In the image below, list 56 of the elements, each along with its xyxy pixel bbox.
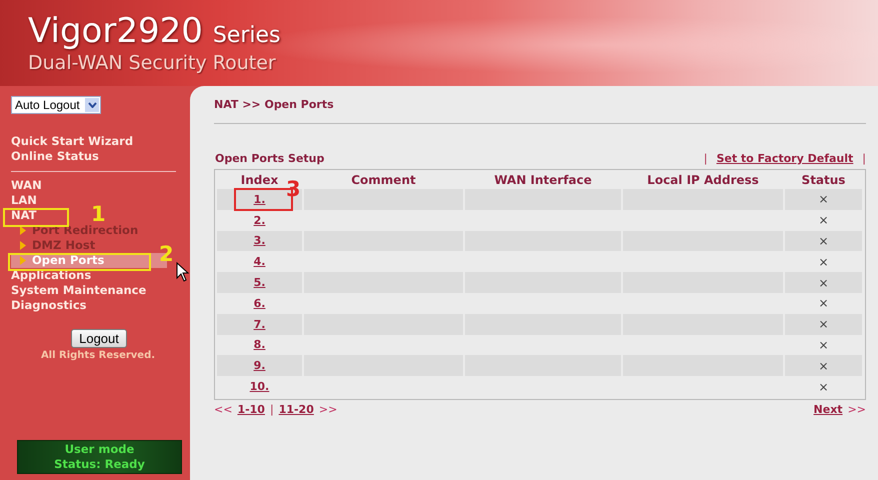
index-link[interactable]: 10. [250,380,270,394]
copyright-text: All Rights Reserved. [40,350,156,361]
status-cell-text: × [817,212,830,230]
next-arrow-text: >> [848,402,866,416]
status-cell: × [785,314,862,335]
section-title: Open Ports Setup [215,152,324,165]
index-link[interactable]: 7. [254,318,266,331]
status-cell: × [785,355,862,376]
separator-text: | [862,152,866,165]
separator-text: | [270,402,274,416]
column-header: Comment [351,173,416,187]
menu-item[interactable]: Quick Start Wizard [11,134,134,149]
next-link[interactable]: Next [814,402,843,416]
separator-text: | [704,152,708,165]
status-text: Status: Ready [54,457,145,472]
index-link[interactable]: 6. [254,296,266,310]
status-cell-text: × [817,295,830,312]
series-label: Series [212,23,281,48]
status-cell-text: × [817,254,830,271]
index-link[interactable]: 5. [254,276,266,290]
column-header: Local IP Address [647,173,759,187]
menu-item[interactable]: System Maintenance [11,283,146,298]
menu-item[interactable]: LAN [11,193,37,208]
column-header: WAN Interface [494,173,592,187]
menu-item[interactable]: Diagnostics [11,298,87,313]
breadcrumb: NAT >> Open Ports [214,98,335,112]
status-cell: × [785,230,862,252]
product-title: Vigor2920 [28,12,203,50]
mouse-cursor-icon [176,262,190,282]
menu-item[interactable]: Applications [11,268,92,283]
index-link[interactable]: 2. [254,214,266,227]
index-link[interactable]: 3. [254,234,266,248]
index-link[interactable]: 8. [254,338,266,352]
status-text: User mode [64,442,134,457]
column-header: Status [802,173,846,187]
step-number: 1 [91,202,106,226]
index-link[interactable]: 1. [254,192,266,206]
page-link[interactable]: 11-20 [278,402,314,416]
status-cell-text: × [817,336,830,354]
menu-item[interactable]: WAN [11,178,42,193]
menu-item[interactable]: NAT [11,208,36,223]
logout-button[interactable]: Logout [71,329,127,348]
index-link[interactable]: 9. [254,359,266,372]
auto-logout-select[interactable]: Auto Logout [11,96,101,114]
status-cell: × [785,272,862,293]
status-cell: × [785,189,862,210]
next-arrow-text: >> [318,402,338,416]
dropdown-caret-icon [85,98,99,112]
factory-default-link[interactable]: Set to Factory Default [716,152,854,165]
page-link[interactable]: 1-10 [237,402,265,416]
column-header: Index [240,173,278,187]
index-link[interactable]: 4. [254,255,266,268]
prev-arrow-text: << [214,402,232,416]
menu-item[interactable]: Online Status [11,149,99,164]
status-cell-text: × [817,378,830,396]
product-subtitle: Dual-WAN Security Router [28,52,277,74]
